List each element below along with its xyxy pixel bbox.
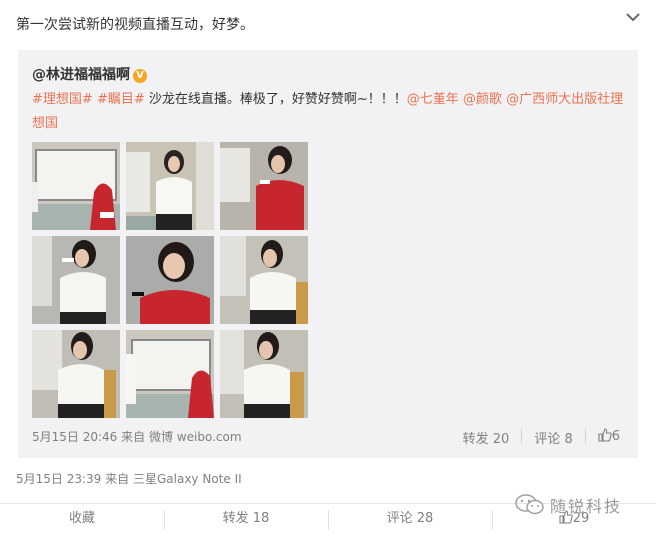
thumbs-up-icon — [598, 428, 612, 442]
repost-forward-link[interactable]: 转发 20 — [463, 428, 510, 447]
photo-thumbnail[interactable] — [32, 236, 120, 324]
repost-text: #理想国# #瞩目# 沙龙在线直播。棒极了，好赞好赞啊~！！！@七堇年 @颜歌 … — [32, 88, 628, 136]
repost-comment-link[interactable]: 评论 8 — [534, 428, 572, 447]
photo-thumbnail[interactable] — [126, 142, 214, 230]
topic-link[interactable]: #理想国# — [32, 92, 93, 107]
watermark-text: 随锐科技 — [550, 497, 623, 516]
chevron-down-icon[interactable] — [624, 10, 642, 24]
wechat-icon — [515, 494, 544, 515]
post-time[interactable]: 5月15日 23:39 — [16, 472, 101, 486]
photo-thumbnail[interactable] — [126, 330, 214, 418]
post-meta: 5月15日 23:39 来自 三星Galaxy Note II — [16, 470, 242, 487]
post-source[interactable]: 三星Galaxy Note II — [133, 472, 242, 486]
divider — [584, 429, 586, 443]
repost-like-count: 6 — [611, 429, 620, 444]
watermark: 随锐科技 — [514, 492, 622, 518]
mention-link[interactable]: @颜歌 — [463, 92, 502, 107]
repost-actions: 转发 20 评论 8 6 — [463, 428, 620, 447]
divider — [521, 429, 523, 443]
photo-thumbnail[interactable] — [126, 236, 214, 324]
comment-button[interactable]: 评论 28 — [328, 504, 492, 538]
source-prefix: 来自 — [121, 430, 146, 444]
photo-thumbnail[interactable] — [32, 330, 120, 418]
repost-author[interactable]: @林进福福福啊 — [32, 67, 130, 83]
photo-thumbnail[interactable] — [220, 236, 308, 324]
repost-time[interactable]: 5月15日 20:46 — [32, 430, 117, 444]
verified-badge-icon: V — [133, 69, 147, 83]
favorite-button[interactable]: 收藏 — [0, 504, 164, 538]
source-prefix: 来自 — [105, 472, 130, 486]
photo-thumbnail[interactable] — [220, 142, 308, 230]
repost-like-button[interactable]: 6 — [598, 428, 620, 447]
forward-button[interactable]: 转发 18 — [164, 504, 328, 538]
photo-thumbnail[interactable] — [32, 142, 120, 230]
repost-text-fragment: 沙龙在线直播。棒极了，好赞好赞啊~！！！ — [144, 92, 407, 107]
post-text: 第一次尝试新的视频直播互动，好梦。 — [16, 17, 254, 33]
topic-link[interactable]: #瞩目# — [97, 92, 145, 107]
repost-meta: 5月15日 20:46 来自 微博 weibo.com — [32, 428, 242, 445]
repost-author-line: @林进福福福啊 V — [32, 64, 147, 84]
photo-thumbnail[interactable] — [220, 330, 308, 418]
repost-source[interactable]: 微博 weibo.com — [149, 430, 242, 444]
mention-link[interactable]: @七堇年 — [407, 92, 459, 107]
repost-card: @林进福福福啊 V #理想国# #瞩目# 沙龙在线直播。棒极了，好赞好赞啊~！！！… — [18, 50, 638, 458]
